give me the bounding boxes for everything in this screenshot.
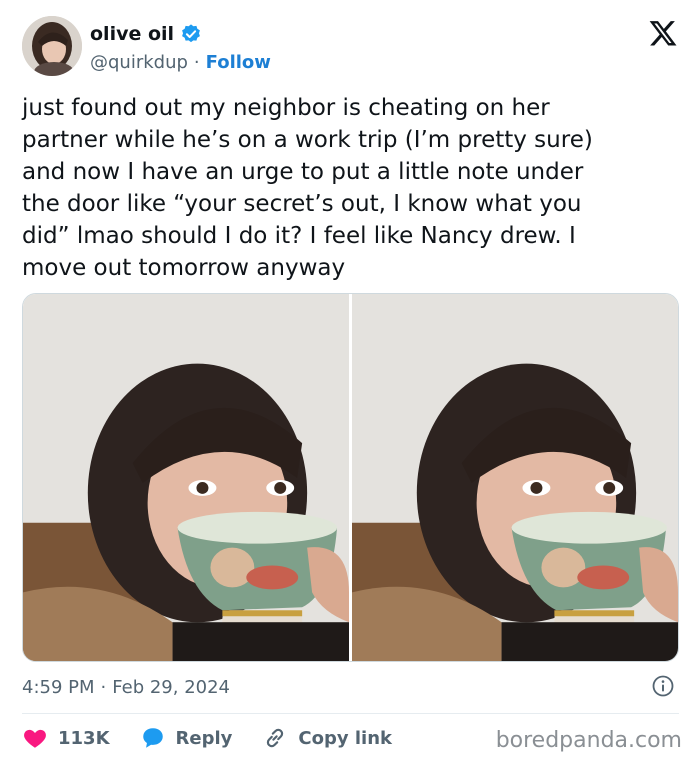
tweet-date[interactable]: Feb 29, 2024: [112, 677, 230, 698]
tweet-time[interactable]: 4:59 PM: [22, 677, 95, 698]
selfie-teacup-photo: [23, 294, 349, 661]
reply-button[interactable]: Reply: [140, 725, 233, 751]
photo-left[interactable]: [23, 294, 349, 661]
user-info: olive oil @quirkdup · Follow: [90, 20, 271, 75]
display-name[interactable]: olive oil: [90, 23, 174, 45]
reply-bubble-icon: [142, 728, 163, 748]
avatar[interactable]: [22, 16, 82, 76]
action-bar: 113K Reply Copy link: [22, 724, 422, 752]
photo-right[interactable]: [352, 294, 678, 661]
like-button[interactable]: 113K: [22, 725, 110, 751]
tweet-text: just found out my neighbor is cheating o…: [22, 95, 593, 281]
name-row: olive oil: [90, 20, 271, 48]
selfie-teacup-photo: [352, 294, 678, 661]
media-grid: [22, 293, 679, 662]
reply-label: Reply: [175, 727, 233, 749]
verified-badge-icon: [182, 24, 200, 43]
like-count: 113K: [58, 727, 110, 749]
separator: ·: [193, 51, 200, 73]
handle-row: @quirkdup · Follow: [90, 49, 271, 75]
timestamp-row: 4:59 PM · Feb 29, 2024: [22, 674, 679, 700]
link-icon: [267, 728, 284, 748]
avatar-image: [22, 16, 82, 76]
copy-link-label: Copy link: [298, 727, 392, 749]
x-logo-icon[interactable]: [648, 18, 678, 48]
copy-link-button[interactable]: Copy link: [262, 725, 392, 751]
date-separator: ·: [100, 676, 107, 698]
divider: [22, 713, 679, 714]
handle[interactable]: @quirkdup: [90, 52, 188, 73]
watermark: boredpanda.com: [495, 728, 682, 753]
info-icon[interactable]: [651, 674, 675, 698]
follow-button[interactable]: Follow: [206, 52, 271, 73]
heart-icon: [24, 729, 46, 748]
